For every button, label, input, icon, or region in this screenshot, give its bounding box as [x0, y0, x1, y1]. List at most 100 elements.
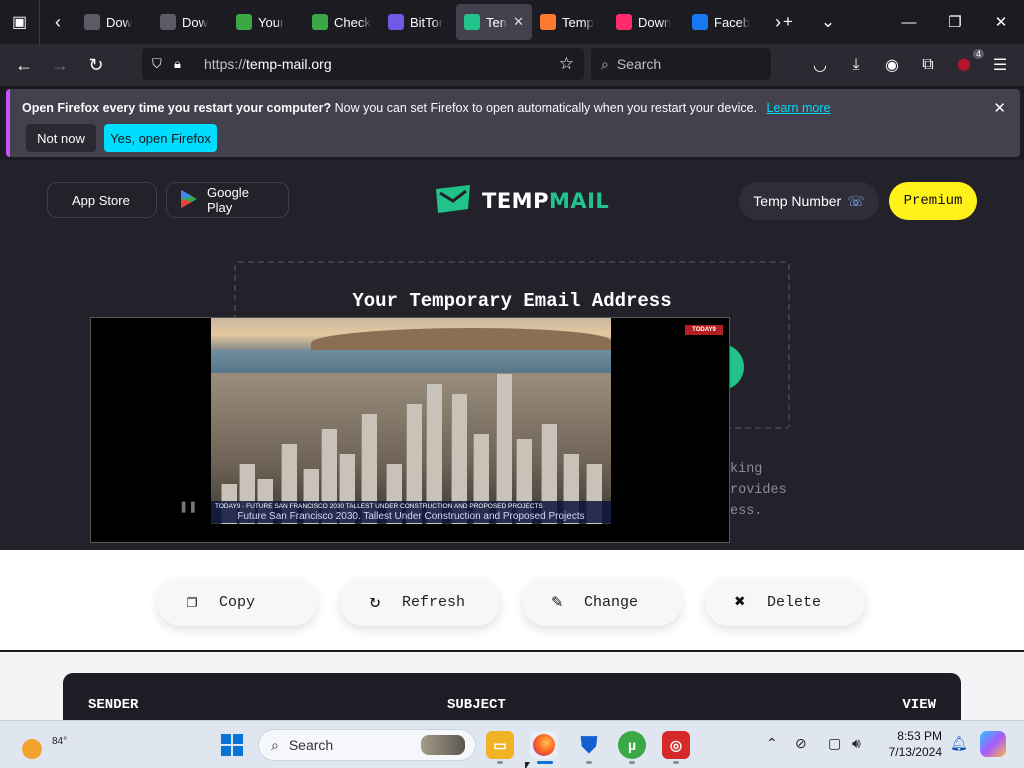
premium-button[interactable]: Premium	[889, 182, 977, 220]
pocket-icon: ◡	[813, 57, 827, 74]
refresh-button[interactable]: ↻ Refresh	[340, 578, 500, 626]
phone-icon: ☏	[847, 192, 865, 209]
facebook-icon	[692, 14, 708, 30]
tab[interactable]: Dow	[152, 4, 228, 40]
search-icon: ⌕	[271, 736, 279, 753]
video-frame[interactable]	[211, 318, 611, 524]
list-all-tabs-button[interactable]: ⌄	[808, 0, 848, 44]
defender-shield-icon[interactable]: ⛊	[575, 731, 603, 759]
tab[interactable]: Down	[608, 4, 684, 40]
search-icon: ⌕	[601, 55, 609, 72]
taskbar-search[interactable]: ⌕ Search	[258, 729, 476, 761]
search-bar[interactable]: ⌕ Search	[591, 48, 771, 80]
tab[interactable]: Temp	[532, 4, 608, 40]
tab[interactable]: Tem ✕	[456, 4, 532, 40]
tab-list: Dow Dow Your Check BitTor Tem ✕ Temp Down Faceb	[76, 0, 760, 44]
video-ad-player[interactable]: TODAY9 - FUTURE SAN FRANCISCO 2030 TALLE…	[90, 317, 730, 543]
url-host: temp-mail.org	[246, 56, 332, 72]
display-icon[interactable]: ▢	[828, 735, 841, 752]
inbox-table-header: SENDER SUBJECT VIEW	[63, 673, 961, 721]
reload-button[interactable]: ↻	[78, 47, 114, 83]
chevron-left-icon: ‹	[55, 11, 61, 32]
notification-bell-icon[interactable]: 🔔︎	[950, 735, 968, 752]
forward-button[interactable]: →	[42, 47, 78, 83]
not-now-button[interactable]: Not now	[26, 124, 96, 152]
volume-icon[interactable]: 🔊︎	[852, 735, 861, 752]
delete-label: Delete	[767, 593, 822, 611]
pocket-button[interactable]: ◡	[802, 47, 838, 83]
puzzle-icon: ⧉	[922, 56, 934, 73]
tab[interactable]: Your	[228, 4, 304, 40]
start-button[interactable]	[221, 734, 243, 756]
tracking-protection-icon[interactable]: ⛉	[152, 56, 174, 72]
tab[interactable]: Dow	[76, 4, 152, 40]
account-icon: ◉	[885, 57, 899, 74]
tab[interactable]: Faceb	[684, 4, 760, 40]
video-caption-top: TODAY9 - FUTURE SAN FRANCISCO 2030 TALLE…	[215, 503, 543, 510]
new-tab-button[interactable]: +	[768, 0, 808, 44]
close-icon: ✕	[993, 100, 1006, 117]
chevron-up-icon[interactable]: ⌃	[766, 735, 778, 752]
tab-strip: ▣ ‹ Dow Dow Your Check BitTor Tem ✕ Temp Down Fac…	[0, 0, 1024, 44]
navigation-toolbar: ← → ↻ ⛉ 🔒︎ https://temp-mail.org ☆ ⌕ Sea…	[0, 44, 1024, 86]
firefox-taskbar-icon[interactable]	[530, 731, 558, 759]
delete-icon: ✖	[734, 593, 746, 613]
utorrent-icon	[236, 14, 252, 30]
restore-button[interactable]: ❐	[932, 0, 978, 44]
clock-time: 8:53 PM	[897, 729, 942, 743]
media-app-icon[interactable]: ◎	[662, 731, 690, 759]
app-store-label: App Store	[72, 192, 130, 208]
ublock-extension-button[interactable]: ⬢ 4	[946, 47, 984, 83]
mouse-cursor	[525, 762, 530, 768]
tab-title: Dow	[106, 14, 133, 30]
close-window-button[interactable]: ✕	[978, 0, 1024, 44]
system-clock[interactable]: 8:53 PM 7/13/2024	[882, 728, 942, 760]
refresh-label: Refresh	[402, 593, 466, 611]
download-icon	[616, 14, 632, 30]
lock-icon[interactable]: 🔒︎	[174, 56, 196, 72]
notification-title: Open Firefox every time you restart your…	[22, 101, 332, 115]
change-label: Change	[584, 593, 639, 611]
tab-title: BitTor	[410, 14, 444, 30]
app-store-button[interactable]: App Store	[47, 182, 157, 218]
tab[interactable]: BitTor	[380, 4, 456, 40]
tab-title: Your	[258, 14, 285, 30]
close-icon: ✕	[994, 14, 1008, 31]
pause-icon[interactable]: ❚❚	[179, 500, 197, 513]
network-off-icon[interactable]: ⊘	[795, 735, 807, 752]
change-button[interactable]: ✎ Change	[522, 578, 682, 626]
copy-icon: ❐	[186, 593, 198, 613]
google-play-button[interactable]: Google Play	[166, 182, 289, 218]
delete-button[interactable]: ✖ Delete	[705, 578, 865, 626]
weather-widget[interactable]: 84°	[20, 729, 67, 759]
file-explorer-icon[interactable]: ▭	[486, 731, 514, 759]
open-firefox-button[interactable]: Yes, open Firefox	[104, 124, 217, 152]
back-button[interactable]: ←	[6, 47, 42, 83]
copilot-icon[interactable]	[980, 731, 1006, 757]
tab-close-icon[interactable]: ✕	[513, 14, 524, 30]
firefox-view-button[interactable]: ▣	[0, 0, 40, 44]
minimize-button[interactable]: —	[886, 0, 932, 44]
learn-more-link[interactable]: Learn more	[767, 101, 831, 115]
plus-icon: +	[783, 12, 793, 31]
extensions-button[interactable]: ⧉	[910, 47, 946, 83]
windows-taskbar: 84° ⌕ Search ▭ ⛊ µ ◎ ⌃ ⊘ ▢ 🔊︎ 8:53 PM 7/…	[0, 720, 1024, 768]
tempmail-logo[interactable]: TEMP MAIL	[434, 184, 609, 218]
tab[interactable]: Check	[304, 4, 380, 40]
url-bar[interactable]: ⛉ 🔒︎ https://temp-mail.org ☆	[142, 48, 584, 80]
app-menu-button[interactable]: ☰	[982, 47, 1018, 83]
download-icon: ⤓	[852, 56, 860, 73]
downloads-button[interactable]: ⤓	[838, 47, 874, 83]
bookmark-star-icon[interactable]: ☆	[559, 54, 574, 74]
envelope-icon	[434, 184, 472, 218]
utorrent-taskbar-icon[interactable]: µ	[618, 731, 646, 759]
copy-button[interactable]: ❐ Copy	[157, 578, 317, 626]
description-text: king rovides ess.	[730, 459, 787, 522]
default-browser-notification: Open Firefox every time you restart your…	[6, 89, 1020, 157]
notification-close-button[interactable]: ✕	[993, 99, 1006, 117]
tab-title: Temp	[562, 14, 594, 30]
ublock-icon: ⬢	[957, 57, 971, 74]
account-button[interactable]: ◉	[874, 47, 910, 83]
tab-scroll-left-button[interactable]: ‹	[40, 0, 76, 44]
temp-number-button[interactable]: Temp Number ☏	[739, 182, 879, 220]
